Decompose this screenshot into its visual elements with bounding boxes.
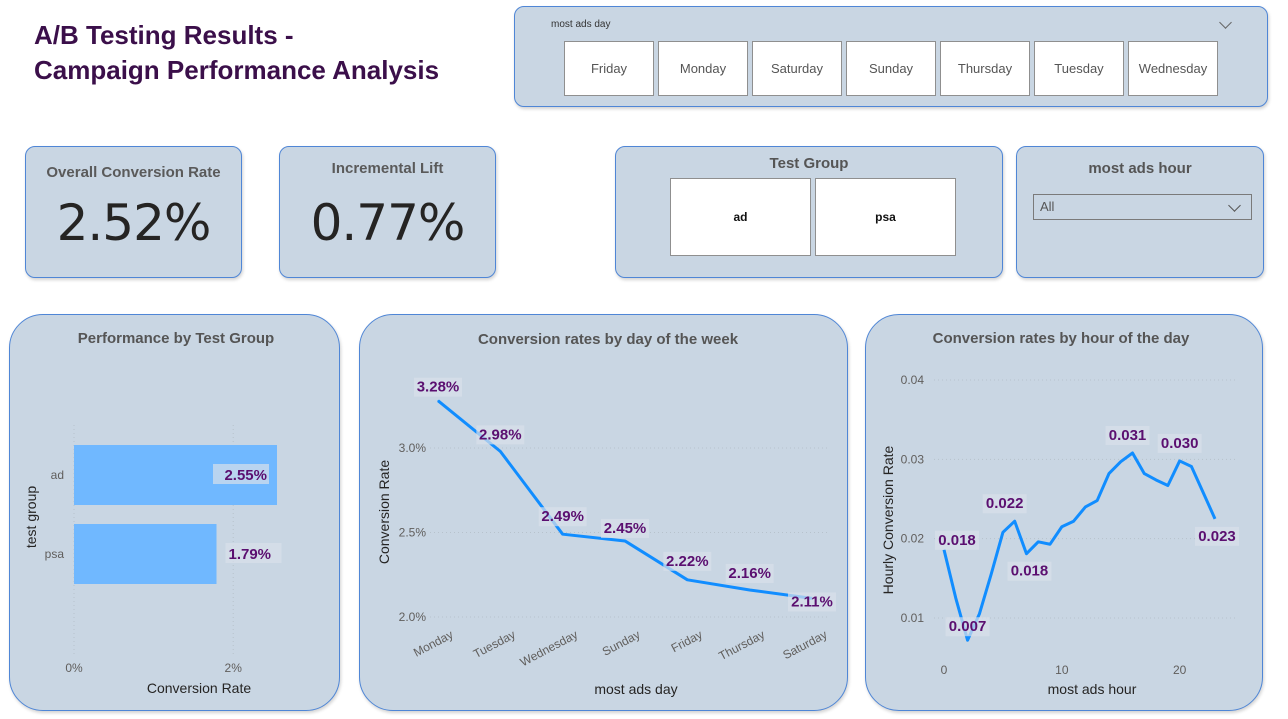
- data-label: 2.45%: [604, 520, 647, 537]
- data-point: [499, 450, 501, 452]
- y-tick-label: 0.02: [901, 532, 925, 546]
- x-tick-label: 0: [941, 663, 948, 677]
- chart-title: Performance by Test Group: [78, 330, 274, 347]
- x-tick-label: 20: [1173, 663, 1187, 677]
- data-point: [686, 579, 688, 581]
- chart-title: Conversion rates by day of the week: [478, 331, 739, 348]
- x-tick-label: Wednesday: [518, 627, 580, 669]
- data-point: [624, 540, 626, 542]
- data-label: 3.28%: [417, 379, 460, 396]
- chart-title: Conversion rates by hour of the day: [933, 330, 1190, 347]
- x-axis-title: most ads day: [594, 681, 677, 697]
- chart-conversion-by-hour-svg: Conversion rates by hour of the day 0.01…: [880, 330, 1239, 697]
- x-tick-label: Friday: [669, 627, 705, 655]
- data-label: 2.49%: [541, 508, 584, 525]
- day-option-thursday[interactable]: Thursday: [940, 41, 1030, 96]
- day-slicer: most ads day Friday Monday Saturday Sund…: [514, 6, 1268, 107]
- day-option-friday[interactable]: Friday: [564, 41, 654, 96]
- day-option-saturday[interactable]: Saturday: [752, 41, 842, 96]
- data-label: 2.11%: [791, 593, 833, 610]
- test-group-option-ad[interactable]: ad: [670, 178, 811, 256]
- page-title-line2: Campaign Performance Analysis: [34, 55, 440, 85]
- data-label: 2.55%: [224, 467, 267, 484]
- kpi-incremental-lift: Incremental Lift 0.77%: [279, 146, 496, 278]
- kpi-value: 0.77%: [310, 194, 466, 252]
- x-tick-label: 2%: [225, 661, 243, 675]
- test-group-slicer-title: Test Group: [769, 155, 849, 172]
- test-group-slicer: Test Group ad psa: [615, 146, 1003, 278]
- kpi-label: Incremental Lift: [331, 160, 444, 177]
- y-tick-label: 2.5%: [399, 526, 427, 540]
- x-tick-label: Tuesday: [471, 627, 518, 661]
- test-group-option-psa[interactable]: psa: [815, 178, 956, 256]
- x-tick-label: Thursday: [716, 627, 767, 663]
- chart-performance-by-test-group-svg: Performance by Test Group 2.55% 1.79% ad p…: [23, 330, 282, 696]
- data-label: 1.79%: [228, 546, 271, 563]
- series-line: [942, 451, 1217, 642]
- y-axis-title: Hourly Conversion Rate: [880, 445, 896, 594]
- data-label: 0.018: [938, 532, 976, 549]
- x-axis-title: Conversion Rate: [147, 680, 251, 696]
- chart-performance-by-test-group: Performance by Test Group 2.55% 1.79% ad p…: [9, 314, 340, 711]
- hour-dropdown-value: All: [1040, 199, 1055, 214]
- chart-conversion-by-hour: Conversion rates by hour of the day 0.01…: [865, 314, 1263, 711]
- chevron-down-icon[interactable]: [1219, 16, 1232, 29]
- x-tick-label: Monday: [411, 627, 455, 659]
- data-label: 0.030: [1161, 435, 1199, 452]
- data-point: [562, 533, 564, 535]
- kpi-overall-conversion-rate: Overall Conversion Rate 2.52%: [25, 146, 242, 278]
- day-option-tuesday[interactable]: Tuesday: [1034, 41, 1124, 96]
- kpi-value: 2.52%: [56, 194, 212, 252]
- kpi-label: Overall Conversion Rate: [46, 164, 221, 181]
- x-axis-title: most ads hour: [1048, 681, 1137, 697]
- category-label: psa: [45, 547, 65, 561]
- category-label: ad: [51, 468, 64, 482]
- data-label: 2.22%: [666, 553, 709, 570]
- y-tick-label: 2.0%: [399, 610, 427, 624]
- y-axis-title: test group: [23, 486, 39, 548]
- hour-slicer-title: most ads hour: [1088, 160, 1192, 177]
- y-tick-label: 0.04: [901, 373, 925, 387]
- data-label: 2.16%: [728, 565, 771, 582]
- data-label: 0.031: [1109, 427, 1147, 444]
- data-label: 0.018: [1011, 563, 1049, 580]
- data-label: 0.023: [1198, 528, 1236, 545]
- y-tick-label: 0.01: [901, 611, 925, 625]
- y-tick-label: 3.0%: [399, 441, 427, 455]
- hour-slicer: most ads hour All: [1016, 146, 1264, 278]
- page-title-line1: A/B Testing Results -: [34, 20, 294, 50]
- x-tick-label: 10: [1055, 663, 1069, 677]
- data-point: [437, 400, 439, 402]
- chevron-down-icon[interactable]: [1228, 199, 1241, 212]
- data-point: [749, 589, 751, 591]
- data-label: 0.007: [949, 618, 987, 635]
- data-label: 0.022: [986, 495, 1024, 512]
- day-option-sunday[interactable]: Sunday: [846, 41, 936, 96]
- x-tick-label: Sunday: [600, 627, 643, 658]
- bar-psa: [74, 524, 217, 584]
- day-option-wednesday[interactable]: Wednesday: [1128, 41, 1218, 96]
- chart-conversion-by-day: Conversion rates by day of the week 2.0%…: [359, 314, 848, 711]
- x-tick-label: 0%: [65, 661, 83, 675]
- hour-dropdown[interactable]: All: [1033, 194, 1252, 220]
- day-option-monday[interactable]: Monday: [658, 41, 748, 96]
- x-tick-label: Saturday: [780, 627, 829, 662]
- page-title: A/B Testing Results - Campaign Performan…: [34, 18, 439, 88]
- day-slicer-title: most ads day: [551, 19, 611, 30]
- data-label: 2.98%: [479, 426, 522, 443]
- y-tick-label: 0.03: [901, 452, 925, 466]
- y-axis-title: Conversion Rate: [376, 460, 392, 564]
- chart-conversion-by-day-svg: Conversion rates by day of the week 2.0%…: [376, 331, 836, 697]
